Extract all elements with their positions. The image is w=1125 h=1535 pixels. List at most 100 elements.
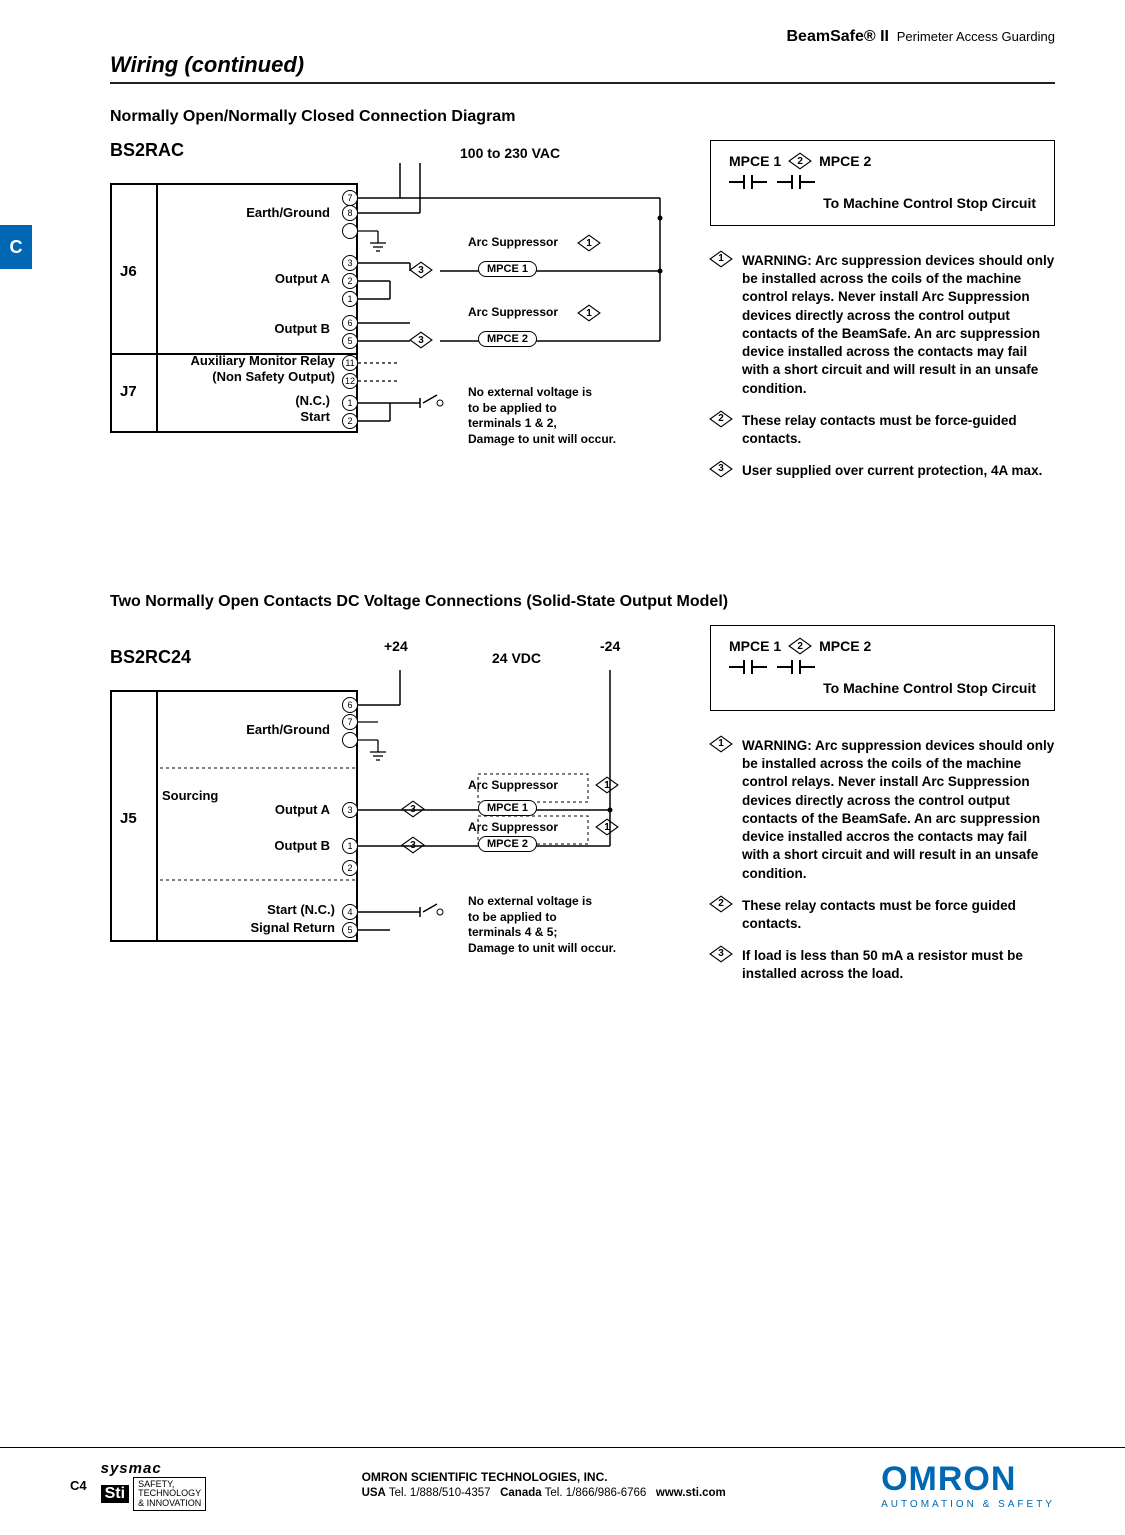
diamond-1-icon: 1 [710,252,732,266]
arc-label: Arc Suppressor [468,235,558,249]
connector-j5: J5 [120,810,137,827]
terminal: 3 [342,802,358,818]
label-startnc: Start (N.C.) [220,902,335,917]
header-product: BeamSafe® II Perimeter Access Guarding [786,28,1055,46]
omron-logo: OMRON [881,1460,1055,1499]
terminal: 5 [342,333,358,349]
label-start: Start [250,409,330,424]
mpce1-bubble: MPCE 1 [478,261,537,277]
label-outB: Output B [230,838,330,853]
terminal: 7 [342,190,358,206]
terminal: 1 [342,291,358,307]
contact-symbol-icon [729,660,767,674]
connector-j6: J6 [120,263,137,280]
terminal: 1 [342,395,358,411]
warning-1: WARNING: Arc suppression devices should … [742,252,1055,398]
terminal: 1 [342,838,358,854]
diamond-1-icon: 1 [578,236,600,250]
diamond-1-icon: 1 [578,306,600,320]
label-nc: (N.C.) [250,393,330,408]
diagram1: 100 to 230 VAC J6 J7 7 8 3 2 1 6 5 11 [110,163,670,523]
page-footer: C4 sysmac Sti SAFETY, TECHNOLOGY & INNOV… [0,1447,1125,1511]
contact-symbol-icon [777,660,815,674]
diamond-3-icon: 3 [710,947,732,961]
diamond-1-icon: 1 [596,820,618,834]
diagram2-note: No external voltage is to be applied to … [468,894,668,956]
warning-2: These relay contacts must be force guide… [742,897,1055,933]
omron-logo-block: OMRON AUTOMATION & SAFETY [881,1460,1055,1510]
page-number: C4 [70,1478,87,1493]
terminal [342,223,358,239]
terminal: 3 [342,255,358,271]
section-title: Wiring (continued) [110,52,1055,84]
contact-symbol-icon [777,175,815,189]
contact-symbol-icon [729,175,767,189]
label-sigret: Signal Return [220,920,335,935]
diagram1-title: Normally Open/Normally Closed Connection… [110,108,1055,126]
diamond-2-icon: 2 [789,639,811,653]
diagram1-model: BS2RAC [110,140,670,161]
label-aux2: (Non Safety Output) [160,369,335,384]
terminal: 2 [342,413,358,429]
mpce1-bubble: MPCE 1 [478,800,537,816]
mpce1-label: MPCE 1 [729,153,781,169]
arc-label: Arc Suppressor [468,820,558,834]
terminal: 11 [342,355,358,371]
diagram2-title: Two Normally Open Contacts DC Voltage Co… [110,593,1055,611]
diagram2: +24 -24 24 VDC J5 6 7 3 1 2 4 5 Earth/Gr… [110,670,670,1010]
mpce2-bubble: MPCE 2 [478,331,537,347]
diamond-2-icon: 2 [710,412,732,426]
warning-3: User supplied over current protection, 4… [742,462,1055,480]
product-name: BeamSafe® II [786,28,889,45]
terminal: 6 [342,697,358,713]
label-aux1: Auxiliary Monitor Relay [160,353,335,368]
terminal: 7 [342,714,358,730]
terminal: 2 [342,273,358,289]
footer-contact: OMRON SCIENTIFIC TECHNOLOGIES, INC. USA … [362,1469,726,1501]
label-outA: Output A [230,802,330,817]
warning-2: These relay contacts must be force-guide… [742,412,1055,448]
mpce1-label: MPCE 1 [729,638,781,654]
mpce-to-label: To Machine Control Stop Circuit [729,195,1036,211]
plus24-label: +24 [384,638,408,654]
terminal: 8 [342,205,358,221]
arc-label: Arc Suppressor [468,305,558,319]
mpce-box-2: MPCE 1 2 MPCE 2 To Machine Control Stop … [710,625,1055,711]
warning-list-2: 1 WARNING: Arc suppression devices shoul… [710,737,1055,984]
terminal: 12 [342,373,358,389]
diamond-3-icon: 3 [402,802,424,816]
mpce-box-1: MPCE 1 2 MPCE 2 To Machine Control Stop … [710,140,1055,226]
arc-label: Arc Suppressor [468,778,558,792]
label-earth: Earth/Ground [210,205,330,220]
warning-1: WARNING: Arc suppression devices should … [742,737,1055,883]
mpce-to-label: To Machine Control Stop Circuit [729,680,1036,696]
supply24-label: 24 VDC [492,650,541,666]
mpce2-label: MPCE 2 [819,638,871,654]
warning-list-1: 1 WARNING: Arc suppression devices shoul… [710,252,1055,480]
label-outA: Output A [210,271,330,286]
diamond-1-icon: 1 [710,737,732,751]
diagram1-supply: 100 to 230 VAC [460,145,560,161]
terminal: 2 [342,860,358,876]
section-tab: C [0,225,32,269]
company-name: OMRON SCIENTIFIC TECHNOLOGIES, INC. [362,1469,726,1485]
diagram1-note: No external voltage is to be applied to … [468,385,668,447]
diamond-2-icon: 2 [789,154,811,168]
diamond-1-icon: 1 [596,778,618,792]
label-outB: Output B [210,321,330,336]
diamond-3-icon: 3 [402,838,424,852]
label-sourcing: Sourcing [162,788,232,803]
diamond-3-icon: 3 [710,462,732,476]
connector-j7: J7 [120,383,137,400]
sysmac-logo: sysmac [101,1460,207,1477]
omron-subtitle: AUTOMATION & SAFETY [881,1499,1055,1510]
terminal: 5 [342,922,358,938]
mpce2-bubble: MPCE 2 [478,836,537,852]
product-tagline: Perimeter Access Guarding [897,29,1055,44]
diamond-3-icon: 3 [410,263,432,277]
warning-3: If load is less than 50 mA a resistor mu… [742,947,1055,983]
terminal: 6 [342,315,358,331]
terminal [342,732,358,748]
label-earth: Earth/Ground [210,722,330,737]
diamond-2-icon: 2 [710,897,732,911]
